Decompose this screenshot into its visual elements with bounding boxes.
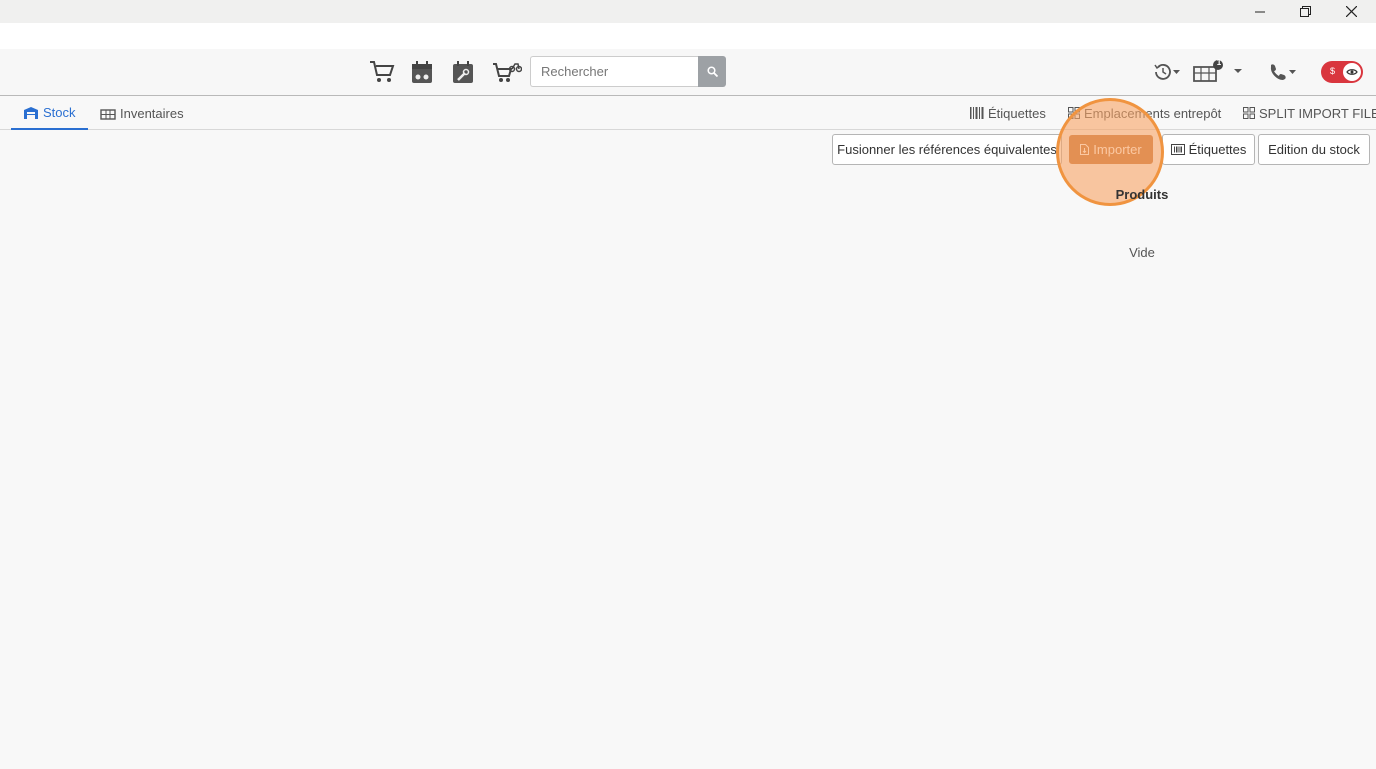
warehouse-icon[interactable]: 1 — [1192, 57, 1244, 87]
grid-icon — [1068, 107, 1080, 119]
tab-stock[interactable]: Stock — [11, 96, 88, 130]
inventory-icon — [100, 107, 116, 120]
empty-state-text: Vide — [1129, 245, 1155, 260]
tab-etiquettes-label: Étiquettes — [988, 105, 1046, 121]
notification-badge: 1 — [1216, 58, 1222, 67]
tab-emplacements-entrepot[interactable]: Emplacements entrepôt — [1068, 96, 1221, 130]
tab-inventaires[interactable]: Inventaires — [98, 96, 186, 130]
edit-stock-button[interactable]: Edition du stock — [1258, 134, 1370, 165]
main-navbar: 1 $ — [0, 49, 1376, 96]
cart-icon[interactable] — [368, 57, 396, 87]
store-icon — [23, 106, 39, 119]
import-button[interactable]: Importer — [1069, 135, 1153, 164]
tab-split-import-label: SPLIT IMPORT FILE — [1259, 105, 1376, 121]
labels-button-label: Étiquettes — [1188, 142, 1247, 157]
merge-references-label: Fusionner les références équivalentes — [837, 142, 1057, 157]
eye-icon — [1343, 63, 1361, 81]
search-input[interactable] — [530, 56, 698, 87]
grid-icon — [1243, 107, 1255, 119]
currency-toggle[interactable]: $ — [1321, 61, 1363, 83]
window-titlebar — [0, 0, 1376, 23]
merge-references-button[interactable]: Fusionner les références équivalentes — [832, 134, 1062, 165]
edit-stock-label: Edition du stock — [1268, 142, 1360, 157]
barcode-icon — [970, 107, 984, 119]
import-label: Importer — [1093, 142, 1142, 157]
products-section-title: Produits — [1115, 187, 1169, 202]
restore-icon[interactable] — [1282, 0, 1328, 23]
search-icon — [706, 66, 718, 77]
history-icon[interactable] — [1152, 57, 1182, 87]
app-header-strip — [0, 23, 1376, 49]
close-icon[interactable] — [1328, 0, 1374, 23]
tab-stock-label: Stock — [43, 104, 76, 120]
cart-moto-icon[interactable] — [492, 57, 522, 87]
tab-bar: Stock Inventaires Étiquettes Emplacement… — [0, 96, 1376, 130]
search-button[interactable] — [698, 56, 726, 87]
toggle-icon[interactable]: $ — [1320, 57, 1364, 87]
tab-emplacements-label: Emplacements entrepôt — [1084, 105, 1222, 121]
file-import-icon — [1080, 144, 1090, 155]
calendar-moto-icon[interactable] — [410, 57, 434, 87]
barcode-icon — [1170, 144, 1185, 155]
minimize-icon[interactable] — [1237, 0, 1283, 23]
tab-etiquettes[interactable]: Étiquettes — [970, 96, 1046, 130]
toggle-label: $ — [1330, 66, 1336, 76]
labels-button[interactable]: Étiquettes — [1162, 134, 1255, 165]
phone-icon[interactable] — [1268, 57, 1298, 87]
search-bar — [530, 56, 726, 87]
tab-split-import-file[interactable]: SPLIT IMPORT FILE — [1243, 96, 1376, 130]
calendar-wrench-icon[interactable] — [451, 57, 475, 87]
tab-inventaires-label: Inventaires — [120, 105, 184, 121]
